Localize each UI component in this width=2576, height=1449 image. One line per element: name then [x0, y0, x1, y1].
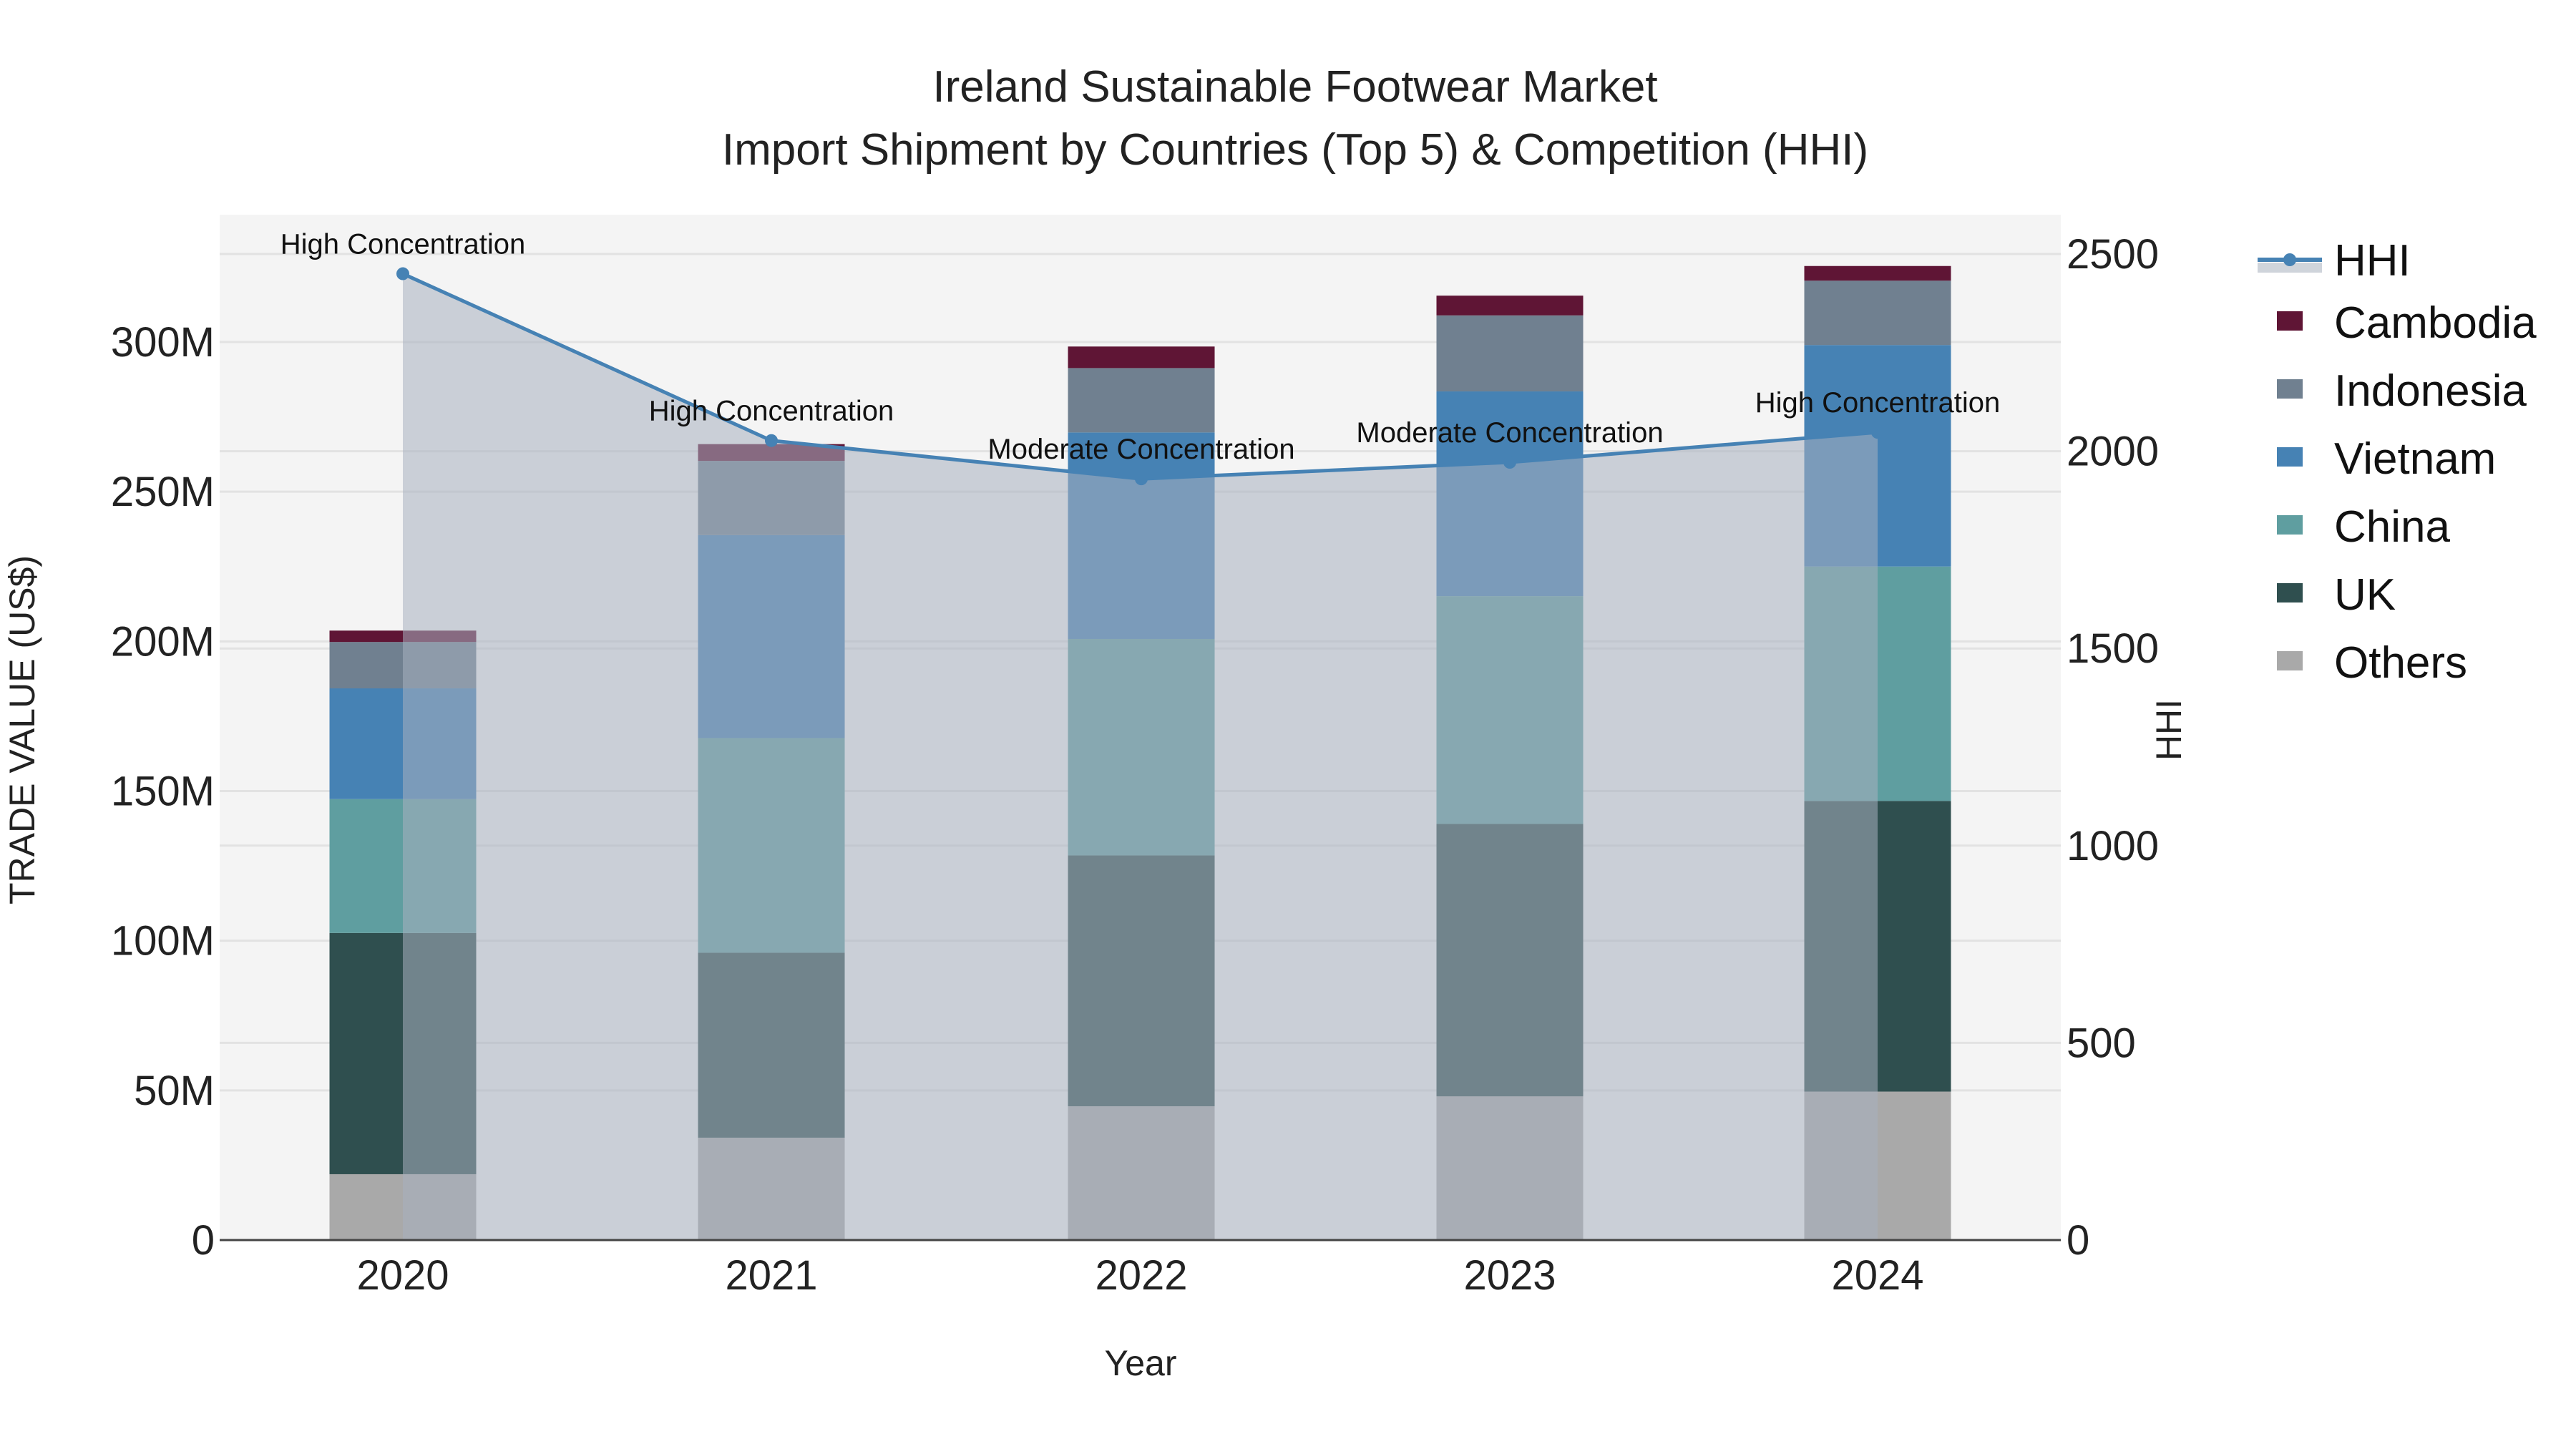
legend-label-indonesia: Indonesia — [2334, 366, 2527, 416]
y-tick-label: 300M — [111, 319, 215, 366]
legend-label-uk: UK — [2334, 570, 2396, 620]
hhi-point — [1503, 456, 1516, 469]
bar-indonesia-2024 — [1804, 280, 1951, 346]
y-tick-label: 150M — [111, 769, 215, 815]
y-tick-label: 250M — [111, 469, 215, 515]
legend-swatch-china — [2277, 515, 2303, 535]
legend-label-vietnam: Vietnam — [2334, 434, 2496, 484]
chart: High Concentration High Concentration Mode… — [2, 62, 2537, 1383]
x-tick-label: 2022 — [1095, 1252, 1187, 1299]
y-tick-label: 0 — [192, 1217, 215, 1264]
chart-title-line2: Import Shipment by Countries (Top 5) & C… — [722, 125, 1868, 175]
legend-label-others: Others — [2334, 638, 2467, 688]
legend: HHI Cambodia Indonesia Vietnam China UK Others — [2258, 236, 2537, 688]
hhi-annotation: Moderate Concentration — [1356, 417, 1663, 449]
bar-cambodia-2024 — [1804, 265, 1951, 281]
bar-cambodia-2023 — [1436, 296, 1584, 316]
x-tick-label: 2021 — [725, 1252, 817, 1299]
hhi-point — [396, 267, 409, 280]
y2-tick-label: 0 — [2067, 1217, 2089, 1264]
x-tick-label: 2020 — [356, 1252, 449, 1299]
hhi-annotation: High Concentration — [1755, 387, 2000, 419]
x-axis-title: Year — [1104, 1343, 1176, 1383]
legend-swatch-cambodia — [2277, 311, 2303, 331]
hhi-point — [765, 434, 778, 447]
legend-label-china: China — [2334, 502, 2451, 552]
bar-indonesia-2022 — [1068, 368, 1215, 433]
hhi-point — [1135, 472, 1148, 486]
y-tick-label: 50M — [134, 1068, 215, 1114]
y-tick-label: 100M — [111, 918, 215, 965]
y2-tick-label: 500 — [2067, 1020, 2136, 1066]
bar-indonesia-2023 — [1436, 315, 1584, 392]
y2-tick-label: 2000 — [2067, 429, 2159, 475]
hhi-annotation: Moderate Concentration — [987, 434, 1294, 465]
y-axis-title: TRADE VALUE (US$) — [2, 555, 42, 904]
x-tick-label: 2024 — [1831, 1252, 1923, 1299]
y2-tick-label: 1000 — [2067, 823, 2159, 869]
y2-axis-title: HHI — [2149, 699, 2189, 761]
hhi-annotation: High Concentration — [280, 229, 525, 260]
legend-swatch-uk — [2277, 583, 2303, 602]
hhi-point — [1871, 426, 1884, 439]
y2-tick-label: 2500 — [2067, 231, 2159, 278]
legend-label-hhi: HHI — [2334, 236, 2411, 286]
legend-label-cambodia: Cambodia — [2334, 298, 2537, 348]
y-tick-label: 200M — [111, 618, 215, 665]
legend-swatch-vietnam — [2277, 447, 2303, 467]
chart-title-line1: Ireland Sustainable Footwear Market — [932, 62, 1657, 112]
x-tick-label: 2023 — [1463, 1252, 1556, 1299]
legend-swatch-indonesia — [2277, 379, 2303, 399]
legend-swatch-others — [2277, 651, 2303, 670]
bar-cambodia-2022 — [1068, 346, 1215, 369]
hhi-annotation: High Concentration — [649, 396, 894, 427]
legend-hhi-marker-icon — [2283, 253, 2296, 266]
y2-tick-label: 1500 — [2067, 625, 2159, 672]
